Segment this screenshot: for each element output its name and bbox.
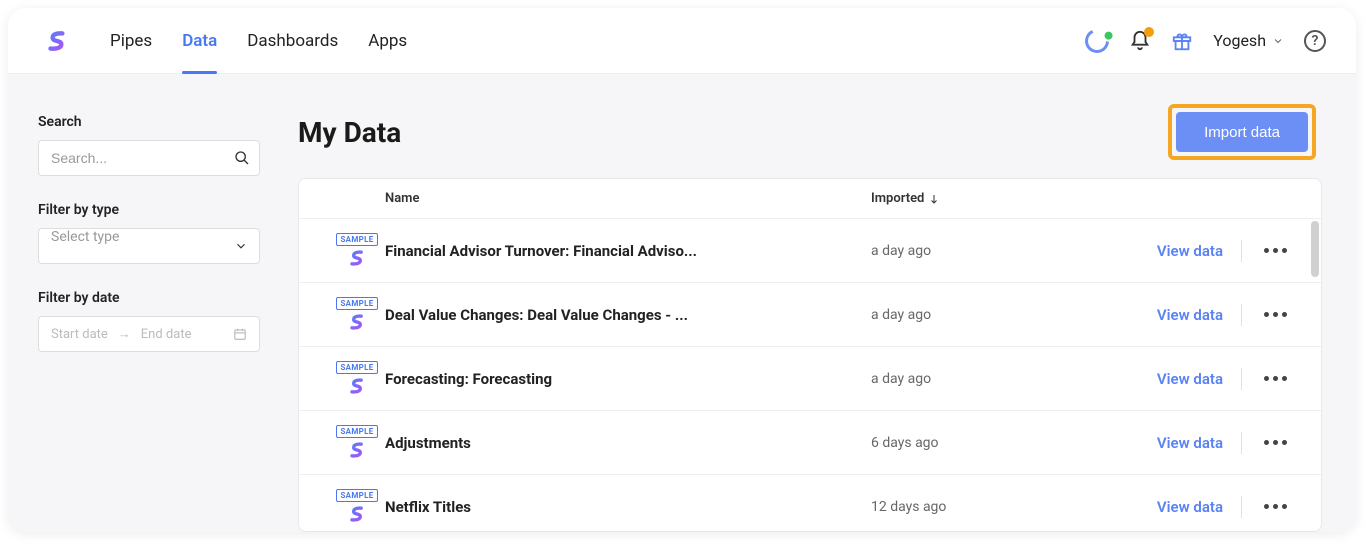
notification-badge — [1144, 27, 1154, 37]
more-menu-button[interactable] — [1260, 372, 1291, 385]
source-logo-icon — [347, 248, 367, 268]
view-data-link[interactable]: View data — [1157, 242, 1223, 260]
import-data-button[interactable]: Import data — [1176, 112, 1308, 152]
sidebar: Search Filter by type Select type Filter — [8, 74, 278, 532]
column-imported[interactable]: Imported — [871, 191, 1071, 206]
row-imported: a day ago — [871, 307, 1071, 323]
table-row: SAMPLE Financial Advisor Turnover: Finan… — [299, 219, 1321, 283]
filter-date-label: Filter by date — [38, 290, 260, 306]
tab-dashboards[interactable]: Dashboards — [247, 8, 338, 73]
more-menu-button[interactable] — [1260, 500, 1291, 513]
app-logo[interactable] — [44, 28, 70, 54]
scrollbar-thumb[interactable] — [1311, 221, 1319, 277]
source-logo-icon — [347, 504, 367, 524]
source-logo-icon — [347, 312, 367, 332]
date-start-placeholder: Start date — [51, 327, 108, 342]
topbar: Pipes Data Dashboards Apps — [8, 8, 1356, 74]
view-data-link[interactable]: View data — [1157, 434, 1223, 452]
table-row: SAMPLE Adjustments 6 days ago View data — [299, 411, 1321, 475]
filter-date-range[interactable]: Start date → End date — [38, 316, 260, 352]
refresh-icon[interactable] — [1082, 25, 1113, 56]
search-label: Search — [38, 114, 260, 130]
sample-badge: SAMPLE — [336, 425, 377, 438]
notifications-icon[interactable] — [1129, 30, 1151, 52]
filter-type-label: Filter by type — [38, 202, 260, 218]
more-menu-button[interactable] — [1260, 244, 1291, 257]
help-icon[interactable]: ? — [1304, 30, 1326, 52]
sample-badge: SAMPLE — [336, 361, 377, 374]
sample-badge: SAMPLE — [336, 297, 377, 310]
user-menu[interactable]: Yogesh — [1213, 31, 1284, 50]
nav-tabs: Pipes Data Dashboards Apps — [110, 8, 407, 73]
row-name: Financial Advisor Turnover: Financial Ad… — [385, 242, 871, 260]
row-imported: 6 days ago — [871, 435, 1071, 451]
gift-icon[interactable] — [1171, 30, 1193, 52]
divider — [1241, 368, 1242, 390]
data-table: Name Imported SAMPLE — [298, 178, 1322, 532]
sample-badge: SAMPLE — [336, 233, 377, 246]
row-name: Adjustments — [385, 434, 871, 452]
divider — [1241, 432, 1242, 454]
view-data-link[interactable]: View data — [1157, 498, 1223, 516]
sync-ok-badge — [1101, 27, 1116, 42]
tab-apps[interactable]: Apps — [368, 8, 407, 73]
more-menu-button[interactable] — [1260, 308, 1291, 321]
source-logo-icon — [347, 376, 367, 396]
column-name[interactable]: Name — [385, 191, 871, 206]
source-logo-icon — [347, 440, 367, 460]
sample-badge: SAMPLE — [336, 489, 377, 502]
divider — [1241, 496, 1242, 518]
divider — [1241, 304, 1242, 326]
page-title: My Data — [298, 116, 401, 149]
row-name: Deal Value Changes: Deal Value Changes -… — [385, 306, 871, 324]
import-highlight: Import data — [1168, 104, 1316, 160]
search-input[interactable] — [38, 140, 260, 176]
divider — [1241, 240, 1242, 262]
row-imported: 12 days ago — [871, 499, 1071, 515]
view-data-link[interactable]: View data — [1157, 370, 1223, 388]
chevron-down-icon — [1272, 35, 1284, 47]
tab-pipes[interactable]: Pipes — [110, 8, 152, 73]
table-row: SAMPLE Netflix Titles 12 days ago View d… — [299, 475, 1321, 532]
date-end-placeholder: End date — [141, 327, 192, 342]
table-row: SAMPLE Forecasting: Forecasting a day ag… — [299, 347, 1321, 411]
row-imported: a day ago — [871, 371, 1071, 387]
user-name: Yogesh — [1213, 31, 1266, 50]
row-name: Forecasting: Forecasting — [385, 370, 871, 388]
sort-desc-icon — [928, 193, 940, 205]
row-imported: a day ago — [871, 243, 1071, 259]
table-row: SAMPLE Deal Value Changes: Deal Value Ch… — [299, 283, 1321, 347]
filter-type-select[interactable]: Select type — [38, 228, 260, 264]
row-name: Netflix Titles — [385, 498, 871, 516]
tab-data[interactable]: Data — [182, 8, 217, 73]
arrow-right-icon: → — [118, 326, 131, 342]
view-data-link[interactable]: View data — [1157, 306, 1223, 324]
calendar-icon — [233, 327, 247, 341]
table-header: Name Imported — [299, 179, 1321, 219]
more-menu-button[interactable] — [1260, 436, 1291, 449]
